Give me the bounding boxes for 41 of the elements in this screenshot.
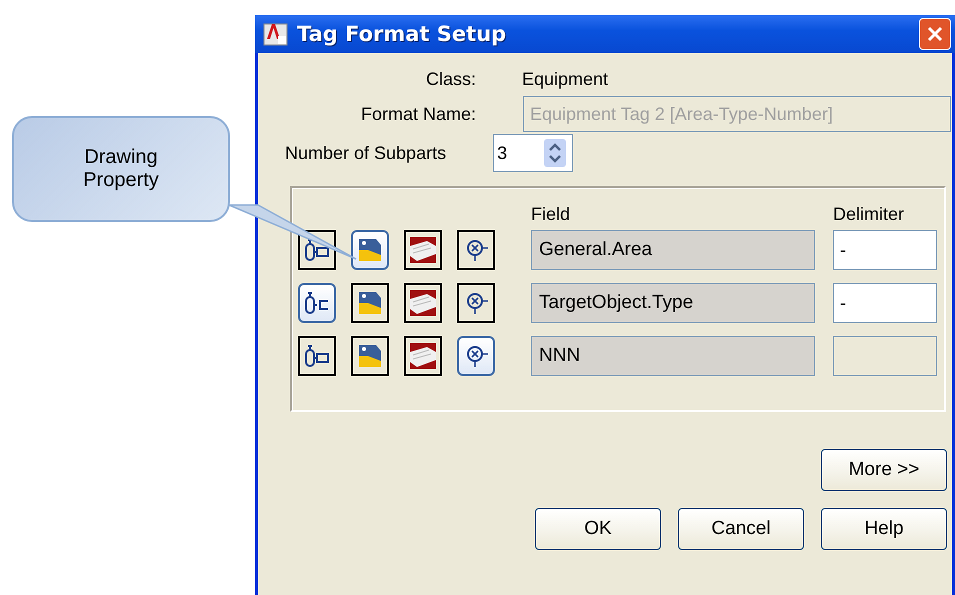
delimiter-field[interactable]: - bbox=[833, 283, 937, 323]
folder-icon bbox=[356, 236, 384, 264]
app-icon bbox=[263, 21, 289, 47]
close-button[interactable] bbox=[919, 18, 951, 50]
source-button[interactable] bbox=[404, 283, 442, 323]
dialog-button[interactable]: OK bbox=[535, 508, 661, 550]
field-value: NNN bbox=[531, 336, 815, 376]
tank-icon bbox=[303, 342, 331, 370]
field-value: TargetObject.Type bbox=[531, 283, 815, 323]
class-value: Equipment bbox=[521, 69, 610, 90]
source-button[interactable] bbox=[351, 230, 389, 270]
source-button[interactable] bbox=[457, 336, 495, 376]
callout: Drawing Property bbox=[12, 116, 230, 222]
source-button[interactable] bbox=[298, 336, 336, 376]
spin-arrows-icon bbox=[544, 139, 566, 167]
subparts-spinner[interactable]: 3 bbox=[493, 134, 574, 172]
delimiter-field[interactable]: - bbox=[833, 230, 937, 270]
dialog-button[interactable]: Help bbox=[821, 508, 947, 550]
source-button[interactable] bbox=[351, 336, 389, 376]
folder-icon bbox=[356, 289, 384, 317]
class-label: Class: bbox=[424, 69, 476, 90]
close-icon bbox=[925, 24, 945, 44]
stack-icon bbox=[409, 289, 437, 317]
stack-icon bbox=[409, 342, 437, 370]
source-button[interactable] bbox=[351, 283, 389, 323]
tank-icon bbox=[303, 289, 331, 317]
source-button[interactable] bbox=[457, 283, 495, 323]
folder-icon bbox=[356, 342, 384, 370]
delimiter-header: Delimiter bbox=[833, 204, 906, 225]
field-header: Field bbox=[531, 204, 572, 225]
source-button[interactable] bbox=[404, 230, 442, 270]
source-button[interactable] bbox=[457, 230, 495, 270]
stack-icon bbox=[409, 236, 437, 264]
more-button[interactable]: More >> bbox=[821, 449, 947, 491]
window-title: Tag Format Setup bbox=[297, 22, 508, 46]
source-button[interactable] bbox=[404, 336, 442, 376]
dialog-button[interactable]: Cancel bbox=[678, 508, 804, 550]
source-button[interactable] bbox=[298, 283, 336, 323]
field-value: General.Area bbox=[531, 230, 815, 270]
format-name-label: Format Name: bbox=[360, 104, 476, 124]
subparts-label: Number of Subparts bbox=[285, 142, 446, 164]
